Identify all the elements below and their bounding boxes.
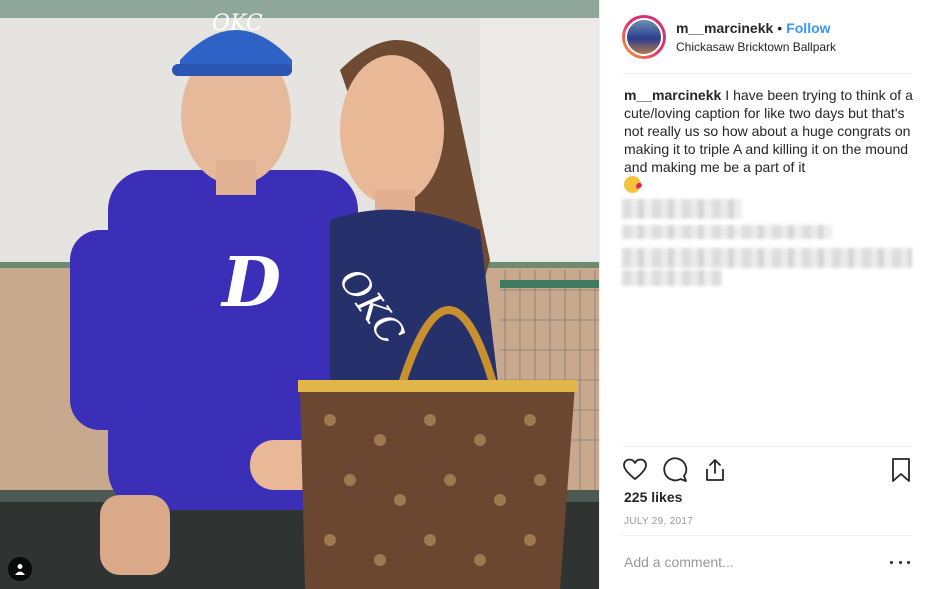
- separator-dot: •: [777, 20, 783, 36]
- divider: [622, 535, 912, 536]
- jersey-letter: D: [220, 243, 281, 323]
- cap-logo: OKC: [212, 11, 263, 36]
- redacted-comment-1: [622, 199, 742, 219]
- action-bar: [622, 455, 914, 485]
- avatar-image: [625, 18, 663, 56]
- heart-icon[interactable]: [622, 457, 648, 483]
- redacted-comment-4: [622, 270, 722, 286]
- post-photo-illustration: OKC D OKC: [0, 0, 599, 589]
- comment-icon[interactable]: [662, 457, 688, 483]
- comment-input[interactable]: [624, 552, 874, 572]
- post-header: m__marcinekk • Follow Chickasaw Bricktown …: [622, 12, 912, 62]
- username-link[interactable]: m__marcinekk: [676, 20, 773, 36]
- redacted-comment-3: [622, 248, 912, 268]
- divider: [622, 446, 912, 447]
- post-photo[interactable]: OKC D OKC: [0, 0, 599, 589]
- location-link[interactable]: Chickasaw Bricktown Ballpark: [676, 39, 836, 55]
- more-options-icon[interactable]: [890, 554, 910, 570]
- redacted-comment-2: [622, 225, 832, 239]
- user-tag-icon[interactable]: [8, 557, 32, 581]
- caption: m__marcinekk I have been trying to think …: [624, 86, 914, 194]
- follow-button[interactable]: Follow: [786, 20, 830, 36]
- header-text: m__marcinekk • Follow Chickasaw Bricktown …: [676, 19, 836, 55]
- post-date[interactable]: JULY 29, 2017: [624, 516, 693, 527]
- bookmark-icon[interactable]: [888, 457, 914, 483]
- share-icon[interactable]: [702, 457, 728, 483]
- post-side-panel: m__marcinekk • Follow Chickasaw Bricktown …: [599, 0, 931, 589]
- likes-count[interactable]: 225 likes: [624, 489, 682, 505]
- divider: [622, 73, 912, 74]
- avatar[interactable]: [622, 15, 666, 59]
- caption-username-link[interactable]: m__marcinekk: [624, 87, 721, 103]
- kissing-heart-emoji-icon: [624, 176, 641, 193]
